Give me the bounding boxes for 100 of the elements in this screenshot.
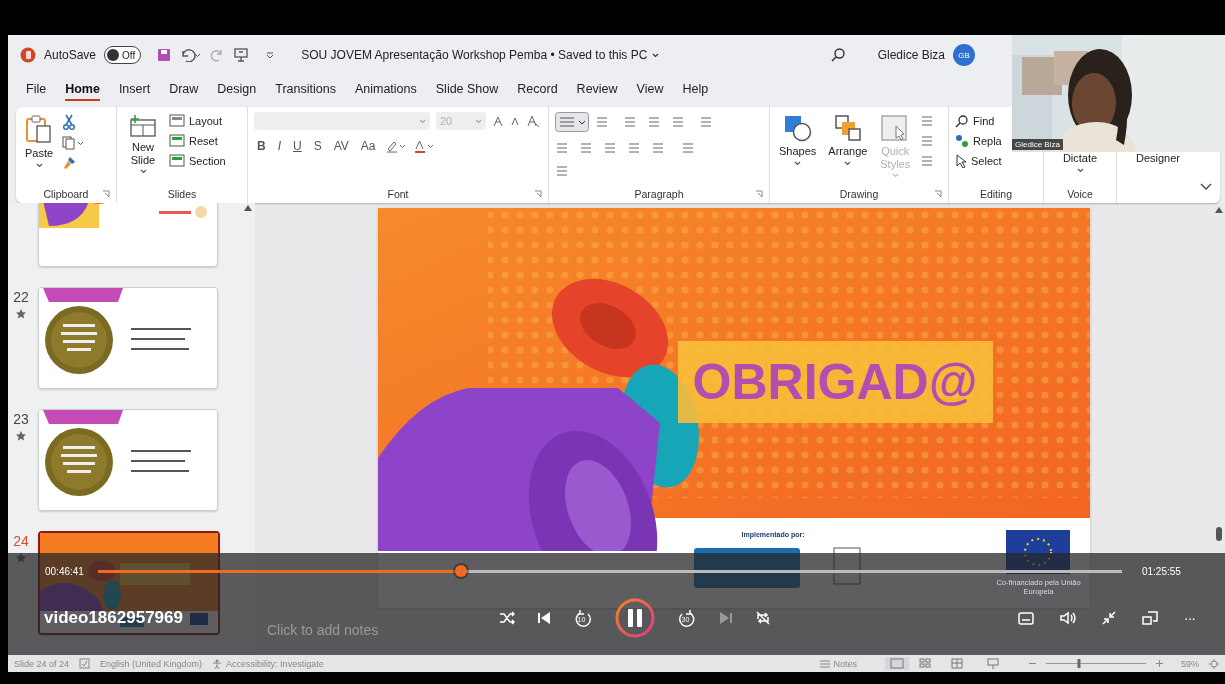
spell-check-icon[interactable]	[79, 658, 91, 669]
ribbon-tab[interactable]: Animations	[354, 79, 417, 101]
group-label: Editing	[979, 188, 1013, 200]
highlight-icon[interactable]	[384, 139, 407, 153]
caret-icon	[794, 160, 802, 166]
shapes-icon[interactable]	[782, 114, 813, 142]
reset-icon[interactable]	[169, 134, 185, 147]
user-avatar[interactable]: GB	[953, 44, 975, 66]
save-icon[interactable]	[157, 48, 172, 62]
star-icon	[16, 431, 26, 441]
ribbon-button[interactable]: Shapes	[776, 112, 820, 168]
ribbon-button[interactable]: Paste	[22, 112, 57, 170]
forward-icon	[677, 609, 696, 627]
participant-name: Gledice Biza	[1012, 139, 1063, 150]
launcher-icon[interactable]	[934, 190, 942, 198]
collapse-ribbon-icon[interactable]	[1200, 183, 1212, 191]
format-button[interactable]: I	[274, 139, 284, 153]
slide-sorter-icon[interactable]	[919, 658, 931, 669]
ribbon-tab[interactable]: Slide Show	[435, 79, 499, 101]
ribbon-tab[interactable]: Design	[217, 79, 257, 101]
undo-icon[interactable]	[179, 48, 202, 62]
ribbon-button[interactable]: New Slide	[123, 112, 163, 177]
ribbon-button[interactable]: Find	[955, 114, 1002, 128]
ribbon-tab[interactable]: Help	[682, 79, 709, 101]
group-label: Paragraph	[634, 188, 684, 200]
format-button[interactable]: AV	[330, 139, 352, 153]
scroll-up-icon[interactable]	[244, 205, 252, 211]
format-painter-icon[interactable]	[62, 156, 77, 170]
exit-fullscreen-icon[interactable]	[1102, 611, 1116, 625]
shrink-font-icon[interactable]	[510, 116, 520, 126]
format-button[interactable]: B	[254, 139, 269, 153]
shuffle-icon[interactable]	[498, 611, 515, 625]
app-logo-icon[interactable]	[20, 47, 36, 63]
format-button[interactable]: Aa	[357, 139, 379, 153]
launcher-icon[interactable]	[102, 190, 110, 198]
accessibility-icon[interactable]	[212, 658, 223, 669]
presenter-icon[interactable]	[233, 47, 250, 63]
layout-icon[interactable]	[169, 114, 185, 127]
ribbon-button[interactable]: Dictate	[1059, 150, 1101, 175]
document-title[interactable]: SOU JOVEM Apresentação Workshop Pemba • Saved to this PC	[301, 48, 648, 62]
scrollbar-thumb[interactable]	[1215, 527, 1222, 541]
zoom-out-icon[interactable]	[1029, 660, 1036, 667]
fit-slide-icon[interactable]	[1209, 658, 1219, 669]
font-color-icon[interactable]	[412, 139, 435, 153]
clear-format-icon[interactable]	[526, 114, 540, 128]
section-icon[interactable]	[169, 154, 185, 167]
ribbon-tab[interactable]: Transitions	[275, 79, 336, 101]
search-icon	[955, 114, 969, 128]
caret-icon	[139, 169, 147, 175]
ribbon-button[interactable]: Layout	[169, 114, 226, 127]
format-button[interactable]: U	[290, 139, 305, 153]
ribbon-tab[interactable]: View	[636, 79, 664, 101]
next-icon[interactable]	[718, 611, 733, 625]
ribbon-tab[interactable]: Home	[65, 79, 100, 101]
ribbon-tab[interactable]: File	[26, 79, 47, 101]
volume-icon[interactable]	[1060, 611, 1076, 625]
autosave-toggle[interactable]: Off	[104, 46, 142, 64]
ribbon-button[interactable]: Reset	[169, 134, 226, 147]
paste-icon[interactable]	[25, 114, 54, 144]
previous-icon[interactable]	[536, 611, 551, 625]
launcher-icon[interactable]	[755, 190, 763, 198]
launcher-icon[interactable]	[534, 190, 542, 198]
repeat-off-icon[interactable]	[754, 610, 771, 626]
search-icon[interactable]	[829, 47, 846, 63]
format-button[interactable]: S	[310, 139, 325, 153]
ribbon-button[interactable]: Arrange	[825, 112, 871, 168]
slide-thumbnail[interactable]	[38, 287, 218, 389]
customize-icon[interactable]	[265, 50, 276, 60]
pause-button[interactable]	[614, 598, 655, 638]
grow-font-icon[interactable]	[492, 115, 504, 127]
ribbon-tab[interactable]: Insert	[118, 79, 151, 101]
subtitles-icon[interactable]	[1018, 611, 1034, 625]
group-label: Slides	[167, 188, 197, 200]
pointer-icon	[955, 154, 967, 168]
arrange-icon[interactable]	[832, 114, 863, 142]
group-label: Voice	[1067, 188, 1093, 200]
ribbon-button[interactable]: Repla	[955, 134, 1002, 148]
slide-thumbnail[interactable]	[38, 409, 218, 511]
font-name-field[interactable]	[254, 112, 430, 130]
notes-icon	[820, 659, 831, 668]
new-slide-icon[interactable]	[129, 114, 157, 138]
ribbon-tab[interactable]: Review	[576, 79, 618, 101]
slide-title: OBRIGAD@	[677, 341, 993, 423]
mini-player-icon[interactable]	[1142, 611, 1158, 625]
ribbon-button[interactable]: Section	[169, 154, 226, 167]
more-button[interactable]: ···	[1184, 610, 1195, 626]
star-icon	[16, 309, 26, 319]
ribbon-tab[interactable]: Draw	[169, 79, 199, 101]
scroll-up-icon[interactable]	[1214, 207, 1223, 213]
zoom-in-icon[interactable]	[1156, 660, 1163, 667]
ribbon-button[interactable]: Select	[955, 154, 1002, 168]
bullets-icon[interactable]	[555, 112, 589, 132]
zoom-slider[interactable]	[1046, 659, 1146, 668]
ribbon-button[interactable]: Designer	[1133, 150, 1183, 167]
slideshow-icon[interactable]	[987, 658, 999, 669]
elapsed-time: 00:46:41	[45, 565, 84, 577]
user-name[interactable]: Gledice Biza	[877, 48, 945, 62]
reading-view-icon[interactable]	[951, 658, 963, 669]
scissors-icon[interactable]	[62, 114, 77, 130]
ribbon-tab[interactable]: Record	[517, 79, 558, 101]
